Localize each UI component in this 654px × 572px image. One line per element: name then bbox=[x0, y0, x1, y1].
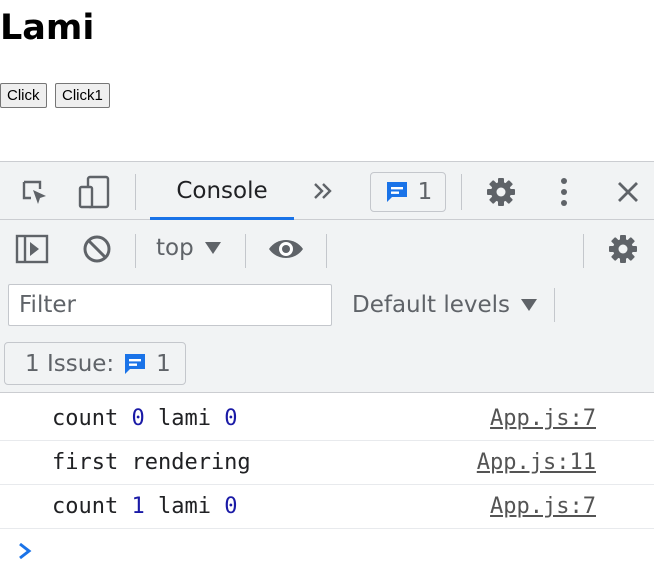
settings-gear-icon[interactable] bbox=[484, 175, 518, 209]
levels-label: Default levels bbox=[352, 292, 511, 318]
click-button[interactable]: Click bbox=[0, 83, 47, 108]
default-levels-dropdown[interactable]: Default levels bbox=[352, 284, 538, 326]
close-icon[interactable] bbox=[612, 176, 644, 208]
issues-count: 1 bbox=[156, 350, 171, 377]
log-row: first rendering App.js:11 bbox=[0, 441, 654, 485]
device-toolbar-icon[interactable] bbox=[76, 174, 112, 210]
issues-button[interactable]: 1 Issue: 1 bbox=[4, 342, 186, 385]
issues-label: 1 Issue: bbox=[25, 350, 115, 377]
devtools-tabbar: Console 1 bbox=[0, 161, 654, 220]
log-source-link[interactable]: App.js:7 bbox=[490, 485, 596, 528]
message-icon bbox=[384, 179, 410, 205]
chevron-down-icon bbox=[520, 298, 538, 312]
devtools-panel: Console 1 top Filter Default levels 1 Is… bbox=[0, 161, 654, 572]
log-row: count 0 lami 0 App.js:7 bbox=[0, 397, 654, 441]
console-prompt-chevron-icon[interactable] bbox=[16, 541, 36, 561]
console-toolbar: top bbox=[0, 220, 654, 276]
more-tabs-icon[interactable] bbox=[308, 176, 338, 206]
issue-message-icon bbox=[122, 351, 148, 377]
log-message: first rendering bbox=[52, 450, 251, 475]
log-source-link[interactable]: App.js:7 bbox=[490, 397, 596, 440]
messages-count: 1 bbox=[417, 179, 433, 205]
log-message: count 0 lami 0 bbox=[52, 406, 238, 431]
context-label: top bbox=[156, 235, 194, 261]
more-options-icon[interactable] bbox=[550, 175, 578, 209]
filter-placeholder: Filter bbox=[19, 292, 76, 318]
inspect-element-icon[interactable] bbox=[18, 176, 50, 208]
chevron-down-icon bbox=[204, 241, 222, 255]
log-source-link[interactable]: App.js:11 bbox=[477, 441, 596, 484]
messages-badge[interactable]: 1 bbox=[370, 172, 446, 212]
click1-button[interactable]: Click1 bbox=[55, 83, 110, 108]
filter-input[interactable]: Filter bbox=[8, 284, 332, 326]
issues-row: 1 Issue: 1 bbox=[0, 332, 654, 393]
log-message: count 1 lami 0 bbox=[52, 494, 238, 519]
show-sidebar-icon[interactable] bbox=[14, 232, 50, 266]
live-expression-eye-icon[interactable] bbox=[266, 232, 306, 266]
tab-console[interactable]: Console bbox=[150, 162, 294, 220]
filter-row: Filter Default levels bbox=[0, 276, 654, 332]
log-row: count 1 lami 0 App.js:7 bbox=[0, 485, 654, 529]
context-selector[interactable]: top bbox=[156, 232, 222, 264]
console-settings-gear-icon[interactable] bbox=[606, 232, 640, 266]
page-title: Lami bbox=[0, 8, 95, 48]
clear-console-icon[interactable] bbox=[80, 232, 114, 266]
